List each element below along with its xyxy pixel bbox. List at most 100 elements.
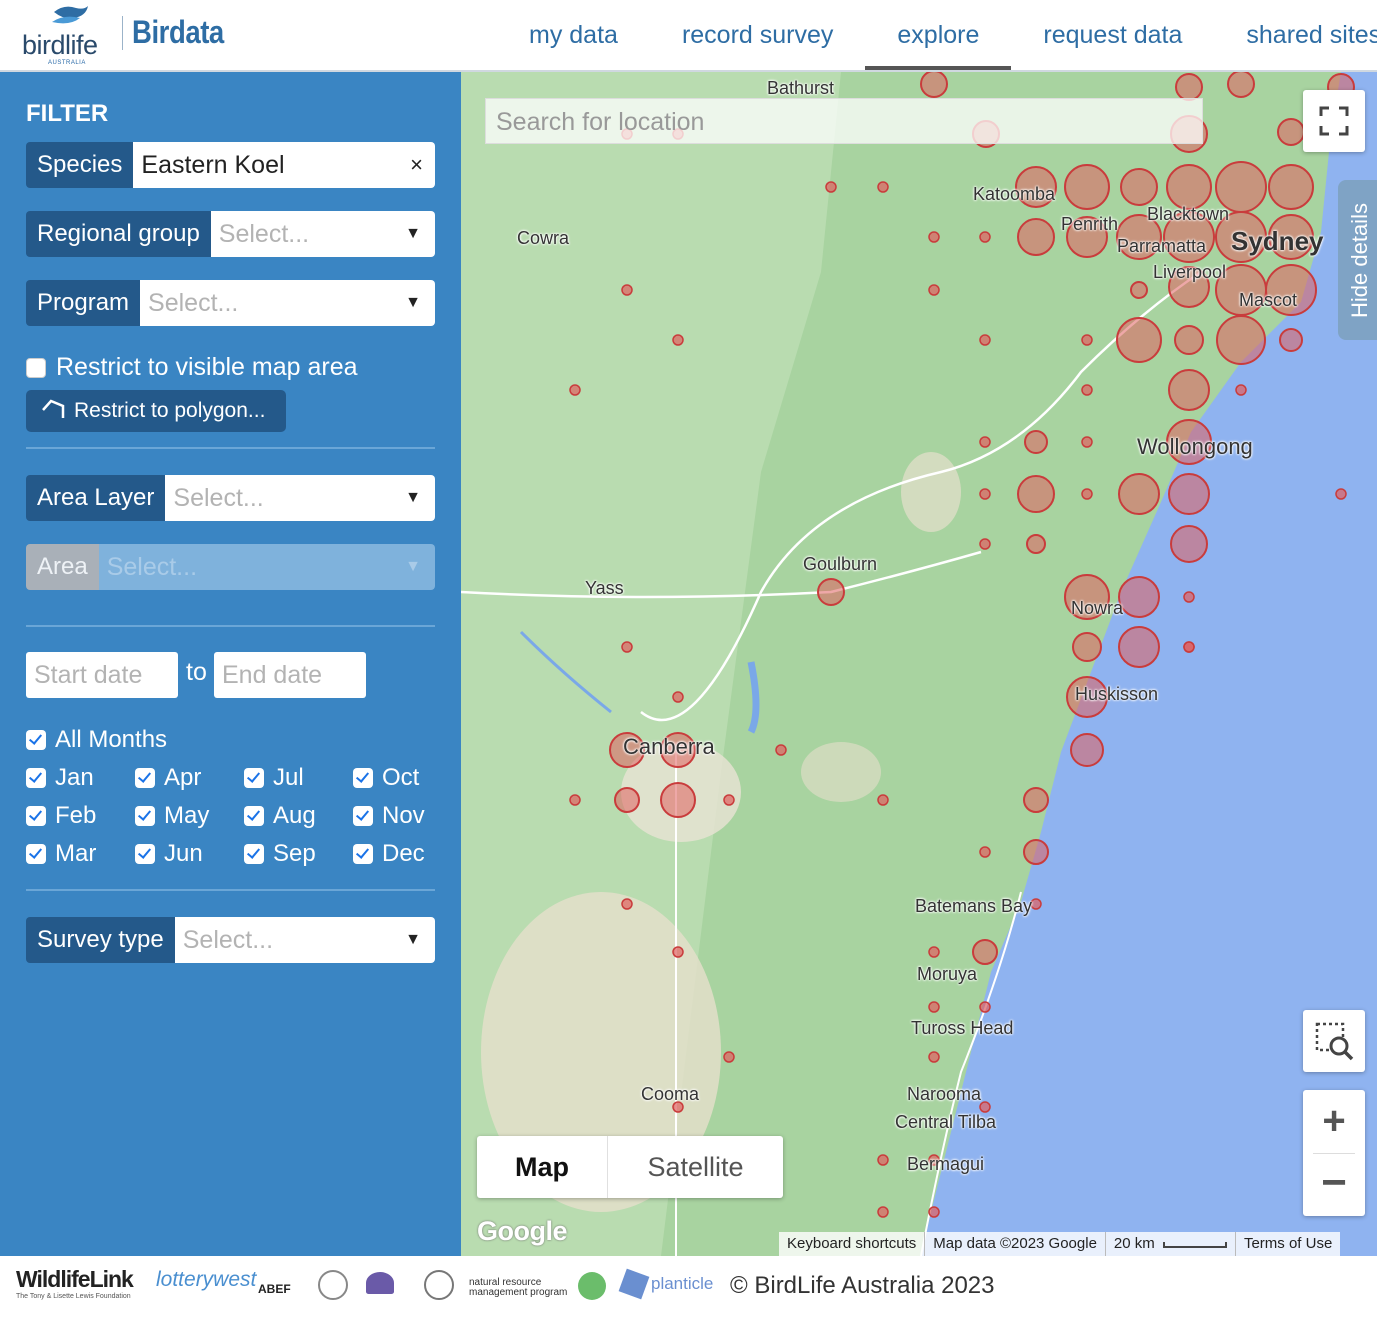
nav-request-data[interactable]: request data — [1011, 0, 1214, 70]
scale-bar[interactable]: 20 km — [1106, 1232, 1236, 1256]
logo-subtext: AUSTRALIA — [48, 60, 86, 66]
sponsor-wildlifelink[interactable]: WildlifeLink The Tony & Lisette Lewis Fo… — [16, 1266, 134, 1300]
species-field: Species Eastern Koel × — [26, 142, 435, 188]
caret-down-icon: ▼ — [405, 931, 421, 948]
restrict-polygon-button[interactable]: Restrict to polygon... — [26, 390, 286, 432]
sponsor-name: WildlifeLink — [16, 1266, 134, 1292]
month-checkbox-sep[interactable]: Sep — [244, 840, 316, 868]
zoom-area-icon — [1315, 1022, 1354, 1061]
checkbox-checked-icon[interactable] — [26, 844, 46, 864]
all-months-checkbox[interactable]: All Months — [26, 726, 167, 754]
place-label: Liverpool — [1153, 262, 1227, 282]
sponsor-planticle[interactable]: planticle — [651, 1274, 713, 1294]
google-logo[interactable]: Google — [477, 1216, 568, 1247]
month-label: May — [164, 802, 210, 829]
terms-link[interactable]: Terms of Use — [1236, 1232, 1340, 1256]
restrict-visible-label: Restrict to visible map area — [56, 353, 358, 381]
zoom-to-results-button[interactable] — [1303, 1010, 1365, 1072]
checkbox-checked-icon[interactable] — [26, 768, 46, 788]
nav-shared-sites[interactable]: shared sites — [1214, 0, 1377, 70]
filter-sidebar: FILTER Species Eastern Koel × Regional g… — [0, 72, 461, 1256]
checkbox-checked-icon[interactable] — [135, 844, 155, 864]
species-label: Species — [26, 142, 134, 188]
sponsor-lotterywest[interactable]: lotterywest — [156, 1268, 256, 1292]
checkbox-checked-icon[interactable] — [244, 806, 264, 826]
survey-type-select[interactable]: Select... ▼ — [174, 917, 435, 963]
place-label: Huskisson — [1075, 684, 1159, 704]
month-checkbox-aug[interactable]: Aug — [244, 802, 316, 830]
map-type-satellite[interactable]: Satellite — [608, 1136, 783, 1198]
month-checkbox-jun[interactable]: Jun — [135, 840, 203, 868]
clear-icon[interactable]: × — [410, 142, 423, 188]
zoom-out-button[interactable]: − — [1303, 1154, 1365, 1216]
area-layer-select[interactable]: Select... ▼ — [165, 475, 435, 521]
program-label: Program — [26, 280, 141, 326]
nav-my-data[interactable]: my data — [497, 0, 650, 70]
month-label: Aug — [273, 802, 316, 829]
program-field: Program Select... ▼ — [26, 280, 435, 326]
caret-down-icon: ▼ — [405, 225, 421, 242]
location-search-input[interactable]: Search for location — [485, 98, 1203, 144]
place-label: Bathurst — [767, 78, 835, 98]
birdlife-logo[interactable]: birdlife AUSTRALIA — [22, 4, 114, 66]
checkbox-checked-icon[interactable] — [353, 806, 373, 826]
month-label: Sep — [273, 840, 316, 867]
month-checkbox-jul[interactable]: Jul — [244, 764, 304, 792]
month-checkbox-jan[interactable]: Jan — [26, 764, 94, 792]
month-checkbox-feb[interactable]: Feb — [26, 802, 96, 830]
program-select[interactable]: Select... ▼ — [140, 280, 435, 326]
place-label: Nowra — [1071, 598, 1124, 618]
checkbox-checked-icon[interactable] — [244, 768, 264, 788]
checkbox-checked-icon[interactable] — [26, 730, 46, 750]
sponsor-abef[interactable]: ABEF — [258, 1282, 291, 1296]
map-view[interactable]: Bathurst Katoomba Penrith Blacktown Parr… — [461, 72, 1377, 1256]
hide-details-label: Hide details — [1347, 203, 1372, 318]
checkbox-checked-icon[interactable] — [135, 806, 155, 826]
month-label: Jun — [164, 840, 203, 867]
month-label: Mar — [55, 840, 97, 867]
month-checkbox-nov[interactable]: Nov — [353, 802, 425, 830]
month-checkbox-apr[interactable]: Apr — [135, 764, 201, 792]
month-label: Apr — [164, 764, 202, 791]
keyboard-shortcuts-link[interactable]: Keyboard shortcuts — [779, 1232, 926, 1256]
area-placeholder: Select... — [106, 553, 198, 581]
all-months-label: All Months — [55, 726, 168, 753]
map-data-credit: Map data ©2023 Google — [925, 1232, 1106, 1256]
area-layer-label: Area Layer — [26, 475, 166, 521]
month-checkbox-may[interactable]: May — [135, 802, 209, 830]
month-checkbox-dec[interactable]: Dec — [353, 840, 425, 868]
month-label: Nov — [382, 802, 425, 829]
month-label: Jan — [55, 764, 94, 791]
hide-details-tab[interactable]: Hide details — [1338, 180, 1377, 340]
checkbox-checked-icon[interactable] — [353, 844, 373, 864]
checkbox-checked-icon[interactable] — [135, 768, 155, 788]
nav-record-survey[interactable]: record survey — [650, 0, 865, 70]
area-field: Area Select... ▼ — [26, 544, 435, 590]
checkbox-checked-icon[interactable] — [244, 844, 264, 864]
month-checkbox-oct[interactable]: Oct — [353, 764, 419, 792]
area-layer-field: Area Layer Select... ▼ — [26, 475, 435, 521]
checkbox-checked-icon[interactable] — [26, 806, 46, 826]
place-label: Moruya — [917, 964, 978, 984]
government-crest-icon — [318, 1270, 348, 1300]
regional-group-select[interactable]: Select... ▼ — [210, 211, 435, 257]
nav-explore[interactable]: explore — [865, 0, 1012, 70]
place-label: Batemans Bay — [915, 896, 1033, 916]
start-date-input[interactable]: Start date — [26, 652, 178, 698]
zoom-control: + − — [1303, 1090, 1365, 1216]
sponsor-nrm[interactable]: natural resource management program — [469, 1278, 575, 1298]
planticle-logo-icon — [618, 1268, 650, 1300]
map-type-map[interactable]: Map — [477, 1136, 607, 1198]
end-date-input[interactable]: End date — [214, 652, 366, 698]
restrict-visible-row[interactable]: Restrict to visible map area — [26, 353, 358, 382]
place-label: Katoomba — [973, 184, 1056, 204]
fullscreen-button[interactable] — [1303, 90, 1365, 152]
month-checkbox-mar[interactable]: Mar — [26, 840, 96, 868]
area-layer-placeholder: Select... — [173, 484, 264, 512]
zoom-in-button[interactable]: + — [1303, 1090, 1365, 1153]
survey-type-field: Survey type Select... ▼ — [26, 917, 435, 963]
place-label: Penrith — [1061, 214, 1119, 234]
restrict-visible-checkbox[interactable] — [26, 357, 46, 378]
checkbox-checked-icon[interactable] — [353, 768, 373, 788]
species-select[interactable]: Eastern Koel × — [133, 142, 435, 188]
